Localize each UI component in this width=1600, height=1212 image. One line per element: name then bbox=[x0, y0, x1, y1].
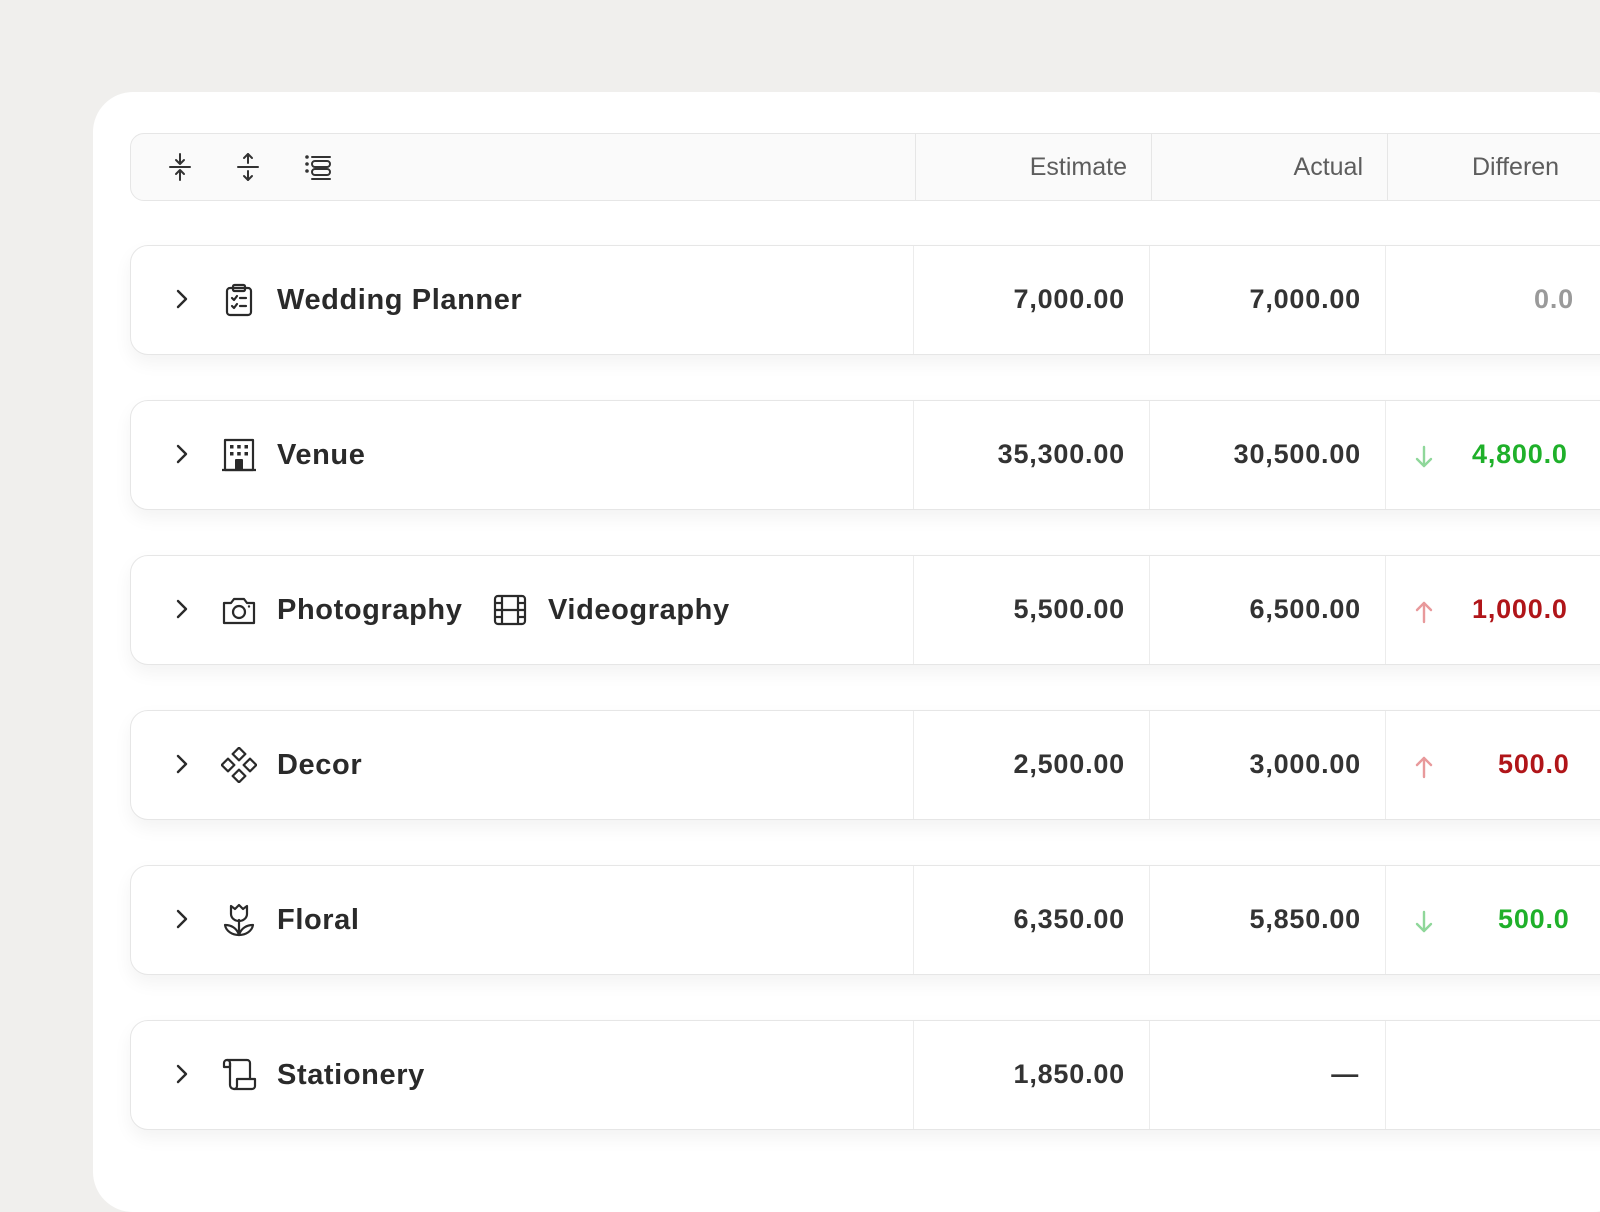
expand-all-icon bbox=[237, 153, 259, 181]
chevron-right-icon[interactable] bbox=[169, 751, 195, 777]
difference-value: 500.0 bbox=[1498, 904, 1570, 934]
actual-cell: — bbox=[1149, 1021, 1385, 1129]
actual-cell: 3,000.00 bbox=[1149, 711, 1385, 819]
actual-cell: 5,850.00 bbox=[1149, 866, 1385, 974]
column-header-difference-label: Differen bbox=[1472, 152, 1560, 181]
column-header-estimate[interactable]: Estimate bbox=[915, 134, 1151, 200]
estimate-value: 35,300.00 bbox=[997, 439, 1125, 469]
estimate-value: 1,850.00 bbox=[1013, 1059, 1125, 1089]
column-header-actual-label: Actual bbox=[1293, 152, 1363, 181]
category-label: Venue bbox=[277, 439, 366, 471]
actual-value: — bbox=[1331, 1059, 1359, 1089]
category-label: Decor bbox=[277, 749, 363, 781]
arrow-down-icon bbox=[1410, 443, 1438, 471]
camera-icon bbox=[221, 592, 257, 628]
chevron-right-icon[interactable] bbox=[169, 286, 195, 312]
category-label: Wedding Planner bbox=[277, 284, 523, 316]
difference-value: 0.0 bbox=[1534, 284, 1574, 314]
tulip-icon bbox=[221, 902, 257, 938]
actual-value: 30,500.00 bbox=[1233, 439, 1361, 469]
header-toolbar bbox=[131, 134, 915, 200]
estimate-cell: 2,500.00 bbox=[913, 711, 1149, 819]
arrow-up-icon bbox=[1410, 598, 1438, 626]
chevron-right-icon[interactable] bbox=[169, 906, 195, 932]
estimate-value: 2,500.00 bbox=[1013, 749, 1125, 779]
list-indent-button[interactable] bbox=[303, 152, 333, 182]
table-row-venue[interactable]: Venue 35,300.00 30,500.00 4,800.0 bbox=[130, 400, 1600, 510]
difference-value: 4,800.0 bbox=[1472, 439, 1568, 469]
estimate-value: 5,500.00 bbox=[1013, 594, 1125, 624]
estimate-cell: 6,350.00 bbox=[913, 866, 1149, 974]
table-row-decor[interactable]: Decor 2,500.00 3,000.00 500.0 bbox=[130, 710, 1600, 820]
actual-cell: 30,500.00 bbox=[1149, 401, 1385, 509]
difference-cell bbox=[1385, 1021, 1600, 1129]
difference-cell: 500.0 bbox=[1385, 711, 1600, 819]
estimate-value: 6,350.00 bbox=[1013, 904, 1125, 934]
arrow-down-icon bbox=[1410, 908, 1438, 936]
expand-all-button[interactable] bbox=[233, 152, 263, 182]
difference-cell: 500.0 bbox=[1385, 866, 1600, 974]
estimate-cell: 1,850.00 bbox=[913, 1021, 1149, 1129]
collapse-all-icon bbox=[169, 153, 191, 181]
column-header-estimate-label: Estimate bbox=[1029, 152, 1127, 181]
column-header-difference[interactable]: Differen bbox=[1387, 134, 1600, 200]
actual-value: 7,000.00 bbox=[1249, 284, 1361, 314]
arrow-up-icon bbox=[1410, 753, 1438, 781]
list-indent-icon bbox=[305, 155, 331, 180]
chevron-right-icon[interactable] bbox=[169, 1061, 195, 1087]
chevron-right-icon[interactable] bbox=[169, 596, 195, 622]
difference-cell: 0.0 bbox=[1385, 246, 1600, 354]
actual-value: 6,500.00 bbox=[1249, 594, 1361, 624]
difference-value: 1,000.0 bbox=[1472, 594, 1568, 624]
table-header: Estimate Actual Differen bbox=[130, 133, 1600, 201]
actual-value: 5,850.00 bbox=[1249, 904, 1361, 934]
actual-value: 3,000.00 bbox=[1249, 749, 1361, 779]
actual-cell: 6,500.00 bbox=[1149, 556, 1385, 664]
scroll-icon bbox=[221, 1057, 257, 1093]
actual-cell: 7,000.00 bbox=[1149, 246, 1385, 354]
table-row-floral[interactable]: Floral 6,350.00 5,850.00 500.0 bbox=[130, 865, 1600, 975]
table-row-photography[interactable]: Photography Videography 5,500.00 6,500.0… bbox=[130, 555, 1600, 665]
estimate-cell: 35,300.00 bbox=[913, 401, 1149, 509]
category-label: Floral bbox=[277, 904, 360, 936]
building-icon bbox=[221, 437, 257, 473]
estimate-value: 7,000.00 bbox=[1013, 284, 1125, 314]
chevron-right-icon[interactable] bbox=[169, 441, 195, 467]
difference-cell: 1,000.0 bbox=[1385, 556, 1600, 664]
estimate-cell: 5,500.00 bbox=[913, 556, 1149, 664]
table-row-stationery[interactable]: Stationery 1,850.00 — bbox=[130, 1020, 1600, 1130]
clipboard-check-icon bbox=[221, 282, 257, 318]
difference-cell: 4,800.0 bbox=[1385, 401, 1600, 509]
category-label: Stationery bbox=[277, 1059, 425, 1091]
collapse-all-button[interactable] bbox=[165, 152, 195, 182]
film-icon bbox=[492, 592, 528, 628]
category-label-secondary: Videography bbox=[548, 594, 730, 626]
estimate-cell: 7,000.00 bbox=[913, 246, 1149, 354]
difference-value: 500.0 bbox=[1498, 749, 1570, 779]
column-header-actual[interactable]: Actual bbox=[1151, 134, 1387, 200]
table-row-wedding-planner[interactable]: Wedding Planner 7,000.00 7,000.00 0.0 bbox=[130, 245, 1600, 355]
diamonds-icon bbox=[221, 747, 257, 783]
category-label: Photography bbox=[277, 594, 463, 626]
